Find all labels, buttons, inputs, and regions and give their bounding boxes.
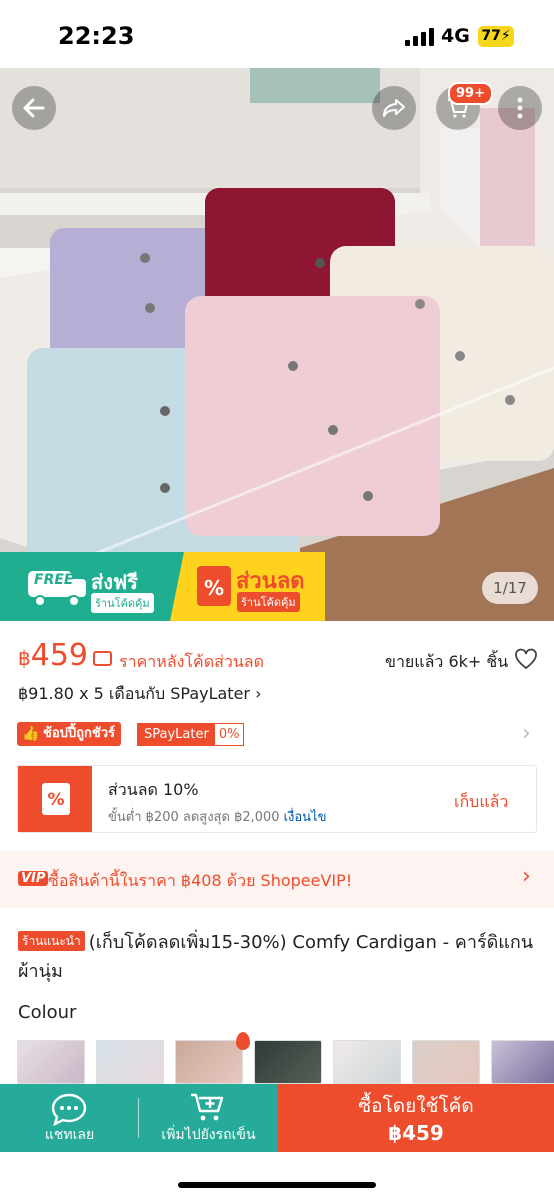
buy-with-code-button[interactable]: ซื้อโดยใช้โค้ด ฿459 <box>278 1084 554 1152</box>
spaylater-rate: 0% <box>218 727 240 742</box>
share-button[interactable] <box>372 86 416 130</box>
status-time: 22:23 <box>58 22 135 50</box>
home-indicator <box>178 1182 376 1188</box>
discount-sub: ร้านโค้ดคุ้ม <box>237 592 300 612</box>
chat-button[interactable]: แชทเลย <box>0 1084 139 1152</box>
signal-icon <box>405 28 435 46</box>
product-price: ฿459 <box>18 638 88 673</box>
heart-icon[interactable] <box>514 648 538 670</box>
price-amount: 459 <box>30 638 88 673</box>
product-title: ร้านแนะนำ (เก็บโค้ดลดเพิ่ม15-30%) Comfy C… <box>18 928 538 986</box>
chevron-right-icon: › <box>255 684 262 703</box>
sold-count: ขายแล้ว 6k+ ชิ้น <box>385 652 509 671</box>
spaylater-label: SPayLater <box>138 724 215 745</box>
chat-icon <box>51 1093 87 1126</box>
voucher-condition-text: ขั้นต่ำ ฿200 ลดสูงสุด ฿2,000 <box>108 810 280 825</box>
buy-price: ฿459 <box>388 1121 444 1145</box>
coupon-icon <box>93 651 112 666</box>
guarantee-tag: ช้อปปี้ถูกชัวร์ <box>17 722 121 746</box>
chevron-right-icon[interactable]: › <box>522 864 531 889</box>
back-button[interactable] <box>12 86 56 130</box>
free-shipping-sub: ร้านโค้ดคุ้ม <box>91 593 154 613</box>
installment-link[interactable]: ฿91.80 x 5 เดือนกับ SPayLater › <box>18 682 262 707</box>
percent-shop-icon: % <box>197 566 231 606</box>
network-type: 4G <box>441 25 470 47</box>
voucher-terms-link[interactable]: เงื่อนไข <box>284 810 327 825</box>
product-page: 22:23 4G 77⚡ 99+ FREE ส่งฟรี ร้านโค้ดคุ้… <box>0 0 554 1200</box>
shop-voucher[interactable]: % ส่วนลด 10% ขั้นต่ำ ฿200 ลดสูงสุด ฿2,00… <box>17 765 537 833</box>
colour-label: Colour <box>18 1002 77 1023</box>
colour-thumb[interactable] <box>333 1040 401 1084</box>
product-title-text: (เก็บโค้ดลดเพิ่ม15-30%) Comfy Cardigan -… <box>18 932 534 982</box>
colour-thumb[interactable] <box>412 1040 480 1084</box>
battery-level: 77 <box>481 28 501 44</box>
product-photo <box>0 68 554 621</box>
percent-shop-icon: % <box>42 783 70 815</box>
add-to-cart-button[interactable]: เพิ่มไปยังรถเข็น <box>139 1084 278 1152</box>
share-icon <box>383 99 405 117</box>
voucher-title: ส่วนลด 10% <box>108 780 199 799</box>
battery-icon: 77⚡ <box>478 26 514 47</box>
price-after-code-label: ราคาหลังโค้ดส่วนลด <box>119 652 264 671</box>
vip-text: ซื้อสินค้านี้ในราคา ฿408 ด้วย ShopeeVIP! <box>48 871 353 890</box>
product-image-gallery[interactable] <box>0 68 554 621</box>
chat-label: แชทเลย <box>44 1127 95 1143</box>
colour-thumb[interactable] <box>96 1040 164 1084</box>
add-to-cart-label: เพิ่มไปยังรถเข็น <box>161 1127 256 1143</box>
free-tag-label: FREE <box>34 572 74 588</box>
cart-badge: 99+ <box>448 82 493 105</box>
more-button[interactable] <box>498 86 542 130</box>
colour-thumb[interactable] <box>491 1040 554 1084</box>
colour-thumb[interactable] <box>254 1040 322 1084</box>
fire-icon <box>236 1032 250 1050</box>
voucher-badge: % <box>18 766 92 832</box>
installment-text: ฿91.80 x 5 เดือนกับ SPayLater <box>18 684 250 703</box>
recommended-shop-tag: ร้านแนะนำ <box>18 931 85 951</box>
colour-thumb[interactable] <box>17 1040 85 1084</box>
colour-thumb[interactable] <box>175 1040 243 1084</box>
arrow-left-icon <box>23 98 45 118</box>
bottom-action-bar: แชทเลย เพิ่มไปยังรถเข็น ซื้อโดยใช้โค้ด ฿… <box>0 1084 554 1152</box>
chevron-right-icon[interactable]: › <box>522 721 531 746</box>
image-counter: 1/17 <box>482 572 538 604</box>
add-cart-icon <box>191 1093 224 1121</box>
status-bar: 22:23 4G 77⚡ <box>0 0 554 68</box>
vip-icon: VIP <box>18 871 49 886</box>
voucher-collected-button[interactable]: เก็บแล้ว <box>454 790 508 815</box>
spaylater-tag: SPayLater 0% <box>137 723 245 746</box>
buy-label: ซื้อโดยใช้โค้ด <box>358 1095 474 1117</box>
price-currency: ฿ <box>18 646 31 670</box>
colour-options <box>17 1040 554 1084</box>
voucher-condition: ขั้นต่ำ ฿200 ลดสูงสุด ฿2,000 เงื่อนไข <box>108 806 326 827</box>
more-vertical-icon <box>517 97 523 119</box>
